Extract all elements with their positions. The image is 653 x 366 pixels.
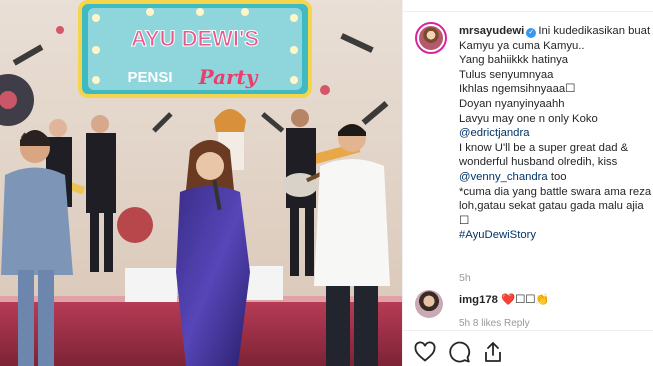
mention-link[interactable]: @edrictjandra [459, 127, 530, 139]
banner-sub-b: Party [198, 65, 259, 89]
caption-line: wonderful husband olredih, kiss [459, 155, 653, 170]
comment-text: img178 ❤️☐☐👏 [459, 293, 549, 306]
post-username[interactable]: mrsayudewi [459, 25, 524, 37]
caption-line: #AyuDewiStory [459, 228, 653, 243]
caption-line: Lavyu may one n only Koko [459, 112, 653, 127]
caption-text: ☐ [459, 214, 470, 227]
caption-text: Lavyu may one n only Koko [459, 112, 598, 125]
comment-item: img178 ❤️☐☐👏 5h 8 likes Reply [403, 288, 653, 329]
caption-text: Doyan nyanyinyaahh [459, 97, 565, 110]
comment-body: ❤️☐☐👏 [501, 294, 550, 306]
caption-line: @edrictjandra [459, 126, 653, 141]
caption-first-line: mrsayudewi ✓ Ini kudedikasikan buat [459, 24, 653, 39]
caption-text: Tulus senyumnyaa [459, 68, 554, 81]
caption-text: Ini kudedikasikan buat [538, 25, 651, 37]
panel-top-bar [403, 0, 653, 12]
banner-sub-a: PENSI [127, 69, 172, 86]
caption-text: Kamyu ya cuma Kamyu.. [459, 39, 585, 52]
caption-text: wonderful husband olredih, kiss [459, 156, 618, 169]
caption-text: Yang bahiikkk hatinya [459, 54, 569, 67]
comment-username[interactable]: img178 [459, 294, 498, 306]
commenter-avatar[interactable] [415, 290, 443, 318]
caption-line: @venny_chandra too [459, 170, 653, 185]
caption-line: Yang bahiikkk hatinya [459, 53, 653, 68]
comment-bubble-icon[interactable] [447, 340, 471, 364]
action-bar [403, 331, 653, 366]
caption-line: ☐ [459, 214, 653, 229]
caption-line: *cuma dia yang battle swara ama reza [459, 185, 653, 200]
post-time[interactable]: 5h [459, 272, 471, 284]
caption-line: I know U'll be a super great dad & [459, 141, 653, 156]
heart-icon[interactable] [413, 340, 437, 364]
author-avatar[interactable] [415, 22, 447, 54]
comment-meta: 5h 8 likes Reply [459, 318, 530, 329]
caption-line: loh,gatau sekat gatau gada malu ajia [459, 199, 653, 214]
caption: mrsayudewi ✓ Ini kudedikasikan buat Kamyu … [459, 24, 653, 243]
hashtag-link[interactable]: #AyuDewiStory [459, 229, 536, 241]
caption-text: I know U'll be a super great dad & [459, 141, 629, 154]
party-banner: AYU DEWI'S PENSI Party [78, 0, 312, 98]
caption-line: Kamyu ya cuma Kamyu.. [459, 39, 653, 54]
caption-text: *cuma dia yang battle swara ama reza [459, 185, 652, 198]
caption-text: too [547, 170, 567, 183]
stage-scene: AYU DEWI'S PENSI Party [0, 0, 402, 366]
avatar-image [419, 26, 443, 50]
post-panel: mrsayudewi ✓ Ini kudedikasikan buat Kamyu … [402, 0, 653, 366]
share-icon[interactable] [481, 340, 505, 364]
verified-badge-icon: ✓ [526, 28, 537, 38]
caption-text: Ikhlas ngemsihnyaaa☐ [459, 83, 576, 96]
caption-line: Ikhlas ngemsihnyaaa☐ [459, 82, 653, 97]
post-photo[interactable]: AYU DEWI'S PENSI Party [0, 0, 402, 366]
caption-text: loh,gatau sekat gatau gada malu ajia [459, 200, 644, 213]
banner-title: AYU DEWI'S [131, 26, 259, 51]
mention-link[interactable]: @venny_chandra [459, 171, 548, 183]
caption-line: Doyan nyanyinyaahh [459, 97, 653, 112]
caption-line: Tulus senyumnyaa [459, 68, 653, 83]
caption-lines: Kamyu ya cuma Kamyu.. Yang bahiikkk hatin… [459, 39, 653, 243]
